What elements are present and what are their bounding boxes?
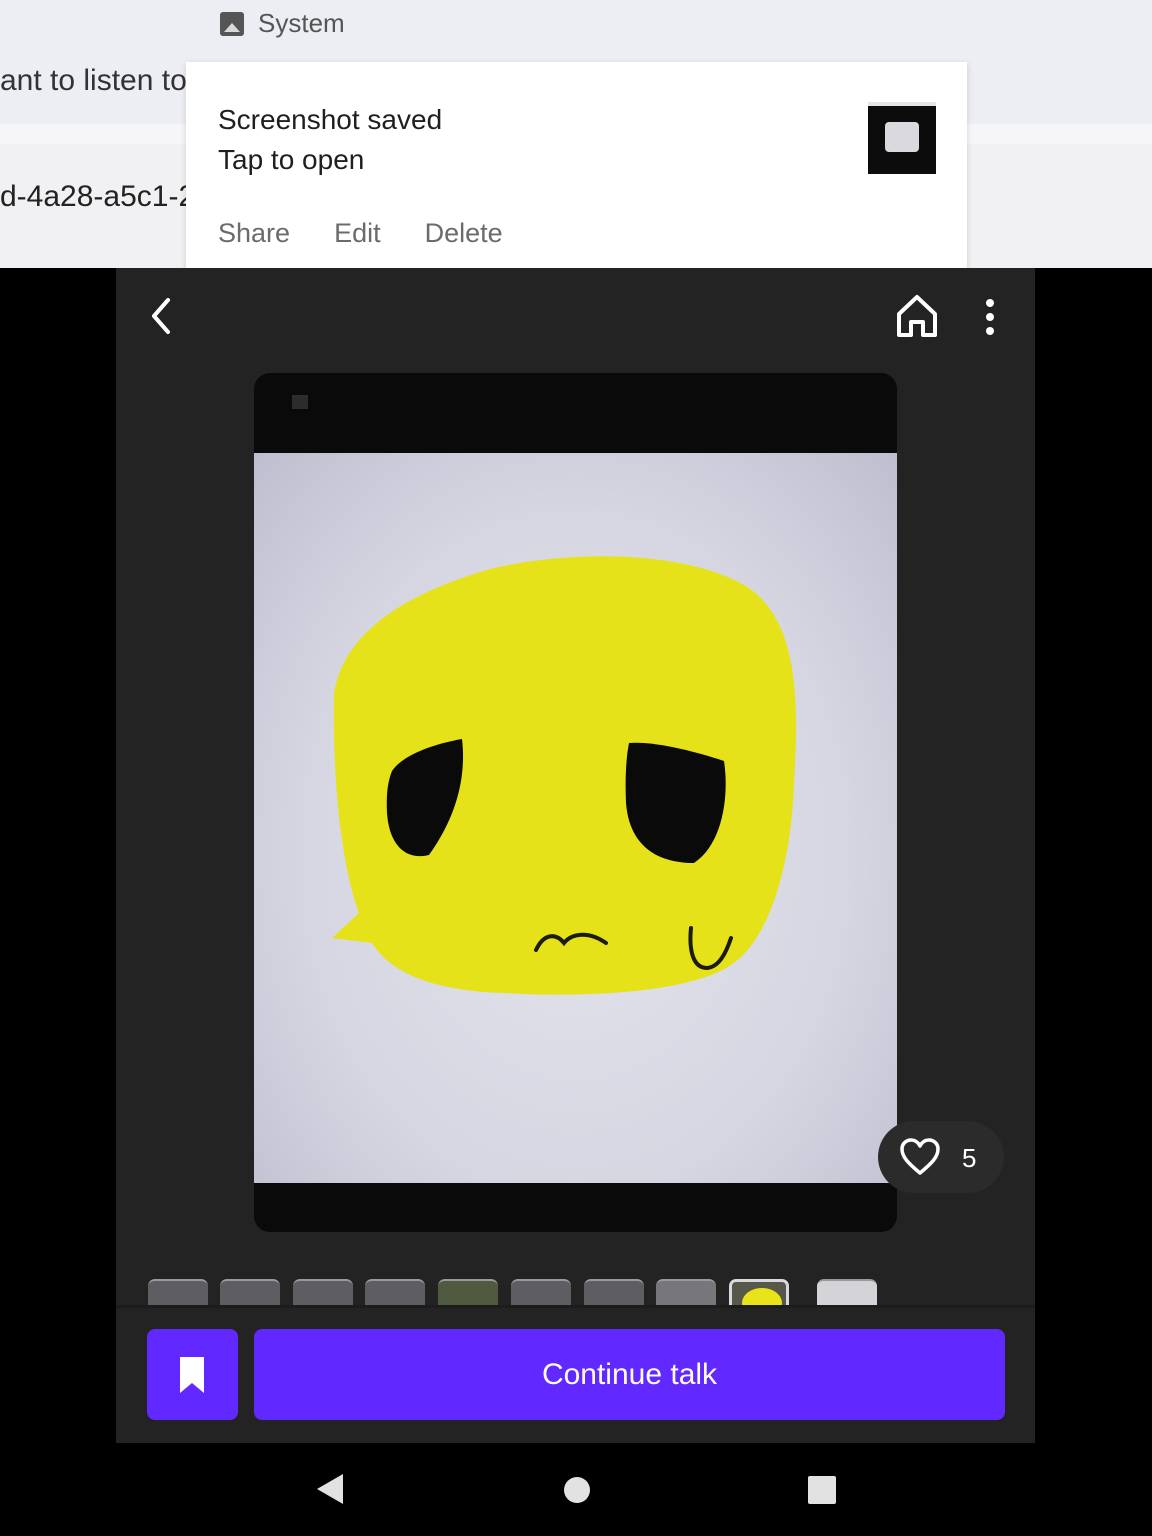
screenshot-notification[interactable]: Screenshot saved Tap to open Share Edit … bbox=[186, 62, 967, 290]
thumbnail-item[interactable] bbox=[817, 1279, 877, 1305]
thumbnail-divider bbox=[116, 1305, 1035, 1308]
thumbnail-item[interactable] bbox=[438, 1279, 498, 1305]
thumbnail-item[interactable] bbox=[293, 1279, 353, 1305]
thumbnail-item[interactable] bbox=[148, 1279, 208, 1305]
screenshot-thumbnail-image bbox=[885, 122, 919, 152]
bookmark-icon bbox=[180, 1357, 204, 1393]
circle-home-icon[interactable] bbox=[564, 1477, 590, 1503]
sad-face-drawing bbox=[332, 556, 797, 995]
continue-talk-button[interactable]: Continue talk bbox=[254, 1329, 1005, 1420]
square-recents-icon[interactable] bbox=[808, 1476, 836, 1504]
heart-outline-icon bbox=[900, 1138, 940, 1175]
thumbnail-item[interactable] bbox=[656, 1279, 716, 1305]
like-button[interactable]: 5 bbox=[878, 1121, 1004, 1193]
home-button[interactable] bbox=[893, 292, 941, 340]
thumbnail-item[interactable] bbox=[584, 1279, 644, 1305]
edit-button[interactable]: Edit bbox=[334, 218, 381, 249]
notification-title: Screenshot saved bbox=[218, 104, 443, 135]
screenshot-thumbnail[interactable] bbox=[868, 102, 936, 174]
more-vertical-icon bbox=[986, 299, 994, 335]
background-page-text: ant to listen to bbox=[0, 64, 186, 97]
home-icon bbox=[897, 295, 937, 337]
triangle-back-icon[interactable] bbox=[315, 1472, 345, 1506]
background-page-url-text: d-4a28-a5c1-2 bbox=[0, 180, 186, 213]
chevron-left-icon bbox=[152, 298, 170, 334]
bookmark-button[interactable] bbox=[147, 1329, 238, 1420]
thumbnail-item[interactable] bbox=[365, 1279, 425, 1305]
thumbnail-item-active[interactable] bbox=[729, 1279, 789, 1305]
share-button[interactable]: Share bbox=[218, 218, 290, 249]
post-image[interactable] bbox=[254, 373, 897, 1232]
system-label: System bbox=[258, 8, 345, 38]
like-count: 5 bbox=[962, 1143, 977, 1173]
system-header: System bbox=[220, 8, 345, 39]
delete-button[interactable]: Delete bbox=[425, 218, 503, 249]
thumbnail-item[interactable] bbox=[220, 1279, 280, 1305]
notification-subtitle: Tap to open bbox=[218, 144, 365, 175]
image-thumbnail-strip bbox=[148, 1279, 888, 1305]
more-options-button[interactable] bbox=[975, 296, 1005, 338]
notification-actions: Share Edit Delete bbox=[218, 218, 503, 249]
thumbnail-item[interactable] bbox=[511, 1279, 571, 1305]
back-button[interactable] bbox=[142, 294, 182, 338]
image-icon bbox=[220, 11, 244, 36]
